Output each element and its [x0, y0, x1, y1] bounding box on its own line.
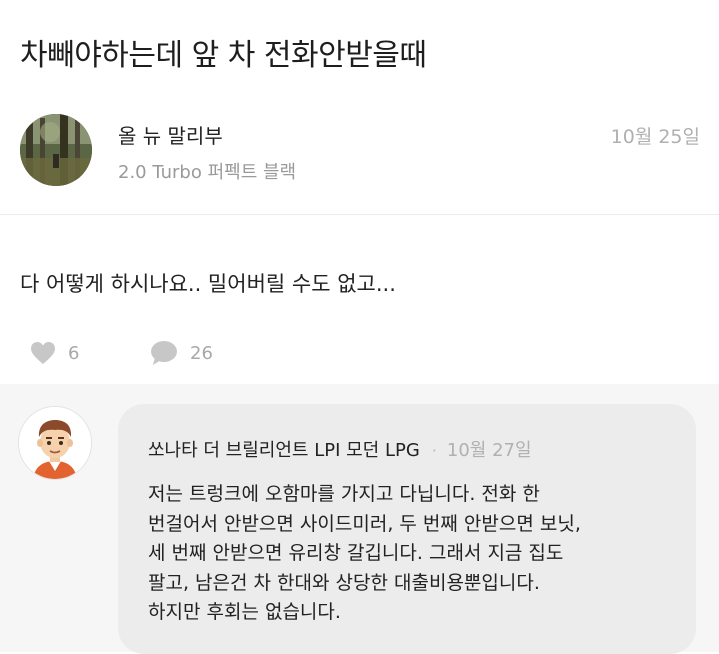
comment-line: 저는 트렁크에 오함마를 가지고 다닙니다. 전화 한 — [148, 483, 540, 505]
like-button[interactable]: 6 — [30, 338, 79, 368]
comment-line: 세 번째 안받으면 유리창 갈깁니다. 그래서 지금 집도 — [148, 542, 564, 564]
post-body: 다 어떻게 하시나요.. 밀어버릴 수도 없고... — [20, 272, 396, 296]
author-avatar[interactable] — [20, 114, 92, 186]
post-title: 차빼야하는데 앞 차 전화안받을때 — [20, 38, 427, 73]
cartoon-man-avatar — [19, 407, 91, 479]
post-date: 10월 25일 — [610, 126, 700, 148]
comment-line: 번걸어서 안받으면 사이드미러, 두 번째 안받으면 보닛, — [148, 512, 581, 535]
like-count: 6 — [68, 342, 80, 364]
comment-bubble: 쏘나타 더 브릴리언트 LPI 모던 LPG · 10월 27일 저는 트렁크에… — [118, 404, 696, 654]
author-name[interactable]: 올 뉴 말리부 — [118, 120, 223, 149]
comment-line: 하지만 후회는 없습니다. — [148, 601, 341, 623]
author-row[interactable]: 올 뉴 말리부 2.0 Turbo 퍼펙트 블랙 10월 25일 — [20, 114, 700, 190]
comment-line: 팔고, 남은건 차 한대와 상당한 대출비용뿐입니다. — [148, 571, 540, 594]
commenter-avatar[interactable] — [18, 406, 92, 480]
forest-photo-avatar — [20, 114, 92, 186]
comment-text: 저는 트렁크에 오함마를 가지고 다닙니다. 전화 한 번걸어서 안받으면 사이… — [148, 480, 688, 628]
comment-button[interactable]: 26 — [150, 338, 213, 368]
commenter-name[interactable]: 쏘나타 더 브릴리언트 LPI 모던 LPG — [148, 436, 420, 462]
separator-dot: · — [431, 441, 437, 460]
comment-count: 26 — [190, 342, 213, 364]
comments-section: 쏘나타 더 브릴리언트 LPI 모던 LPG · 10월 27일 저는 트렁크에… — [0, 384, 719, 654]
author-car-model: 2.0 Turbo 퍼펙트 블랙 — [118, 162, 297, 183]
comment-date: 10월 27일 — [446, 440, 532, 461]
speech-bubble-icon — [151, 341, 177, 365]
divider — [0, 214, 719, 215]
heart-icon — [31, 342, 55, 364]
comment-header: 쏘나타 더 브릴리언트 LPI 모던 LPG · 10월 27일 — [148, 436, 532, 462]
